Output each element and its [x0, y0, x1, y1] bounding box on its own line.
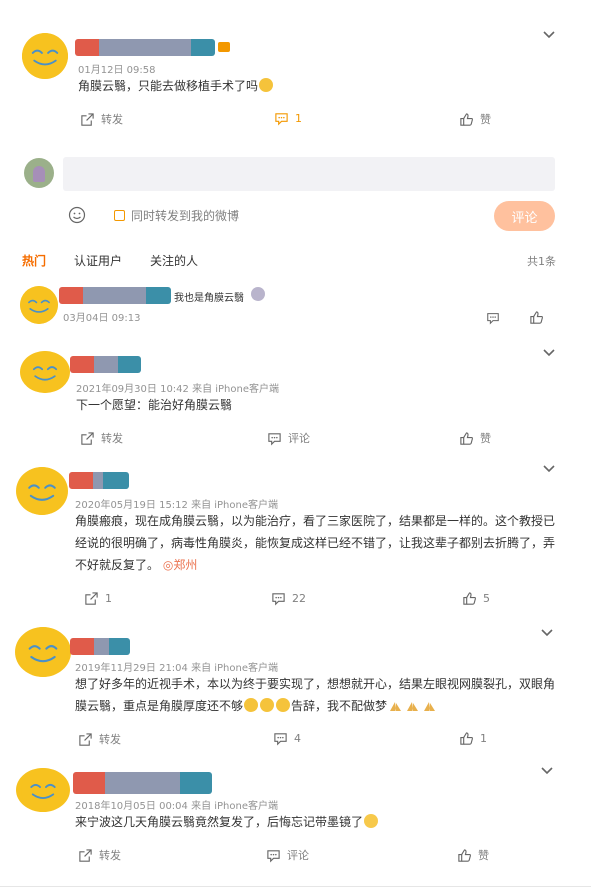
comment-date: 01月12日 09:58	[78, 65, 156, 76]
tab-hot[interactable]: 热门	[22, 252, 46, 269]
post-meta: 2021年09月30日 10:42 来自 iPhone客户端	[76, 384, 280, 395]
like-button[interactable]: 5	[462, 591, 490, 606]
grimace-emoji-icon	[364, 814, 379, 828]
chevron-down-icon[interactable]	[540, 766, 554, 776]
thumbs-up-icon	[462, 591, 477, 606]
face-emoji-icon	[251, 287, 265, 301]
like-button[interactable]: 赞	[457, 847, 489, 863]
comment-button[interactable]: 22	[271, 591, 306, 606]
thumbs-up-icon	[459, 731, 474, 746]
share-icon	[78, 732, 93, 747]
repost-button[interactable]: 1	[84, 591, 112, 606]
slight-smile-emoji-icon	[260, 698, 275, 712]
share-icon	[80, 112, 95, 127]
chevron-down-icon[interactable]	[542, 30, 556, 40]
post-text: 来宁波这几天角膜云翳竟然复发了，后悔忘记带墨镜了	[75, 811, 379, 833]
comment-button[interactable]: 评论	[267, 430, 310, 446]
tab-verified[interactable]: 认证用户	[74, 252, 122, 269]
smiling-face-icon	[20, 351, 70, 393]
like-button[interactable]: 赞	[459, 111, 491, 127]
username-redacted[interactable]	[70, 638, 130, 655]
username-redacted[interactable]	[73, 772, 212, 794]
smiling-face-icon	[16, 768, 70, 812]
reply-text: 我也是角膜云翳	[174, 293, 244, 304]
repost-button[interactable]: 转发	[80, 111, 123, 127]
repost-button[interactable]: 转发	[78, 731, 121, 747]
location-tag[interactable]: ◎郑州	[163, 558, 198, 572]
praying-hands-icon	[407, 702, 419, 711]
comment-icon	[274, 111, 289, 126]
avatar[interactable]	[20, 286, 58, 324]
comment-icon	[267, 431, 282, 446]
thumbs-up-icon	[459, 112, 474, 127]
comment-button[interactable]: 评论	[266, 847, 309, 863]
comment-button[interactable]: 1	[274, 111, 302, 126]
share-icon	[80, 431, 95, 446]
repost-checkbox[interactable]	[114, 210, 125, 221]
vip-badge-icon	[218, 42, 230, 52]
smiling-face-icon	[20, 286, 58, 324]
praying-hands-icon	[424, 702, 436, 711]
comment-icon	[273, 731, 288, 746]
chevron-down-icon[interactable]	[540, 628, 554, 638]
avatar[interactable]	[20, 351, 70, 393]
username-redacted[interactable]	[59, 287, 171, 304]
grin-emoji-icon	[259, 78, 274, 92]
emoji-picker-icon[interactable]	[68, 206, 86, 224]
comment-button[interactable]: 4	[273, 731, 301, 746]
submit-comment-button[interactable]: 评论	[494, 201, 555, 231]
repost-checkbox-label: 同时转发到我的微博	[131, 209, 240, 223]
username-redacted[interactable]	[75, 39, 215, 56]
reply-date: 03月04日 09:13	[63, 313, 141, 324]
post-meta: 2019年11月29日 21:04 来自 iPhone客户端	[75, 663, 279, 674]
like-button[interactable]: 赞	[459, 430, 491, 446]
smiling-face-icon	[15, 627, 71, 677]
repost-button[interactable]: 转发	[80, 430, 123, 446]
slight-smile-emoji-icon	[244, 698, 259, 712]
thumbs-up-icon	[459, 431, 474, 446]
post-text: 角膜瘢痕，现在成角膜云翳，以为能治疗，看了三家医院了，结果都是一样的。这个教授已…	[75, 514, 556, 572]
my-avatar[interactable]	[24, 158, 54, 188]
tab-following[interactable]: 关注的人	[150, 252, 198, 269]
avatar[interactable]	[16, 467, 68, 515]
praying-hands-icon	[390, 702, 402, 711]
comment-icon	[271, 591, 286, 606]
reply-comment-icon[interactable]	[486, 311, 500, 325]
bottom-divider	[0, 886, 591, 887]
post-meta: 2020年05月19日 15:12 来自 iPhone客户端	[75, 500, 279, 511]
reply-like-icon[interactable]	[529, 310, 544, 325]
avatar[interactable]	[15, 627, 71, 677]
share-icon	[84, 591, 99, 606]
avatar[interactable]	[22, 33, 68, 79]
slight-smile-emoji-icon	[276, 698, 291, 712]
like-button[interactable]: 1	[459, 731, 487, 746]
avatar[interactable]	[16, 768, 70, 812]
comment-text: 角膜云翳，只能去做移植手术了吗	[78, 75, 274, 97]
comment-icon	[266, 848, 281, 863]
username-redacted[interactable]	[69, 472, 129, 489]
username-redacted[interactable]	[70, 356, 141, 373]
reply-count: 共1条	[527, 255, 556, 268]
chevron-down-icon[interactable]	[542, 464, 556, 474]
post-meta: 2018年10月05日 00:04 来自 iPhone客户端	[75, 801, 279, 812]
post-text: 想了好多年的近视手术，本以为终于要实现了，想想就开心，结果左眼视网膜裂孔，双眼角…	[75, 677, 556, 713]
chevron-down-icon[interactable]	[542, 348, 556, 358]
post-text: 下一个愿望：能治好角膜云翳	[76, 398, 233, 412]
smiling-face-icon	[16, 467, 68, 515]
share-icon	[78, 848, 93, 863]
thumbs-up-icon	[457, 848, 472, 863]
smiling-face-icon	[22, 33, 68, 79]
repost-button[interactable]: 转发	[78, 847, 121, 863]
comment-input[interactable]	[63, 157, 555, 191]
